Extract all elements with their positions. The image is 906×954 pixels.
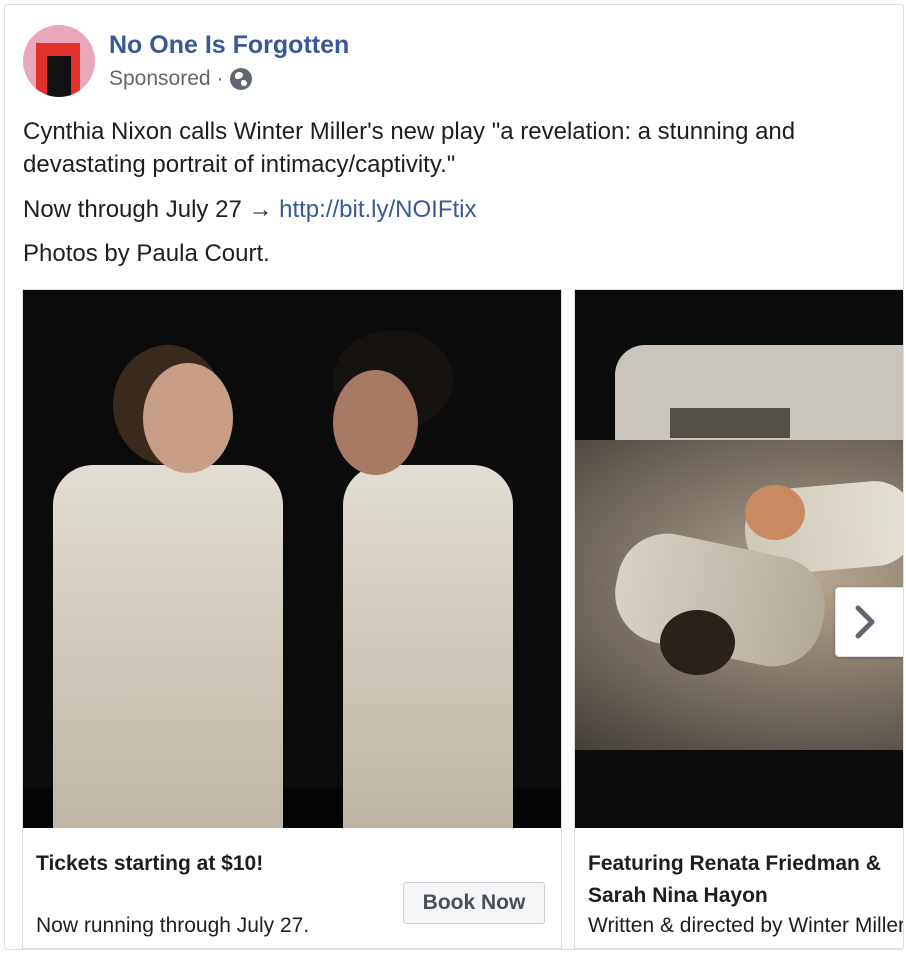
figure-head [745,485,805,540]
carousel-card[interactable]: Tickets starting at $10! Book Now Now ru… [22,289,562,949]
ticket-link[interactable]: http://bit.ly/NOIFtix [279,196,476,223]
avatar-logo-door [47,56,71,97]
globe-icon[interactable] [229,68,252,90]
figure-head [333,370,418,475]
card-title[interactable]: Featuring Renata Friedman & Sarah Nina H… [588,848,903,912]
post-text-dates: Now through July 27 → http://bit.ly/NOIF… [23,193,477,226]
card-photo[interactable] [23,290,561,828]
photo-credit: Photos by Paula Court. [23,240,270,267]
post-text: Cynthia Nixon calls Winter Miller's new … [23,118,796,178]
chevron-right-icon [855,605,875,639]
dates-text: Now through July 27 → [23,196,280,223]
card-description: Now running through July 27. [36,914,310,937]
set-vent [670,408,790,438]
card-photo[interactable] [575,290,903,828]
book-now-button[interactable]: Book Now [403,882,545,924]
figure-body [53,465,283,828]
card-description: Written & directed by Winter Miller [588,914,904,937]
page-avatar[interactable] [23,25,95,97]
sponsored-post: No One Is Forgotten Sponsored · Cynthia … [4,4,904,950]
page-name-link[interactable]: No One Is Forgotten [109,31,349,60]
figure-body [343,465,513,828]
sponsored-label[interactable]: Sponsored [109,67,211,91]
figure-head [143,363,233,473]
card-title[interactable]: Tickets starting at $10! [36,848,263,880]
meta-separator: · [216,67,224,90]
carousel: Tickets starting at $10! Book Now Now ru… [22,289,904,949]
carousel-next-button[interactable] [835,587,903,657]
post-meta: Sponsored · [109,67,252,91]
figure-head [660,610,735,675]
